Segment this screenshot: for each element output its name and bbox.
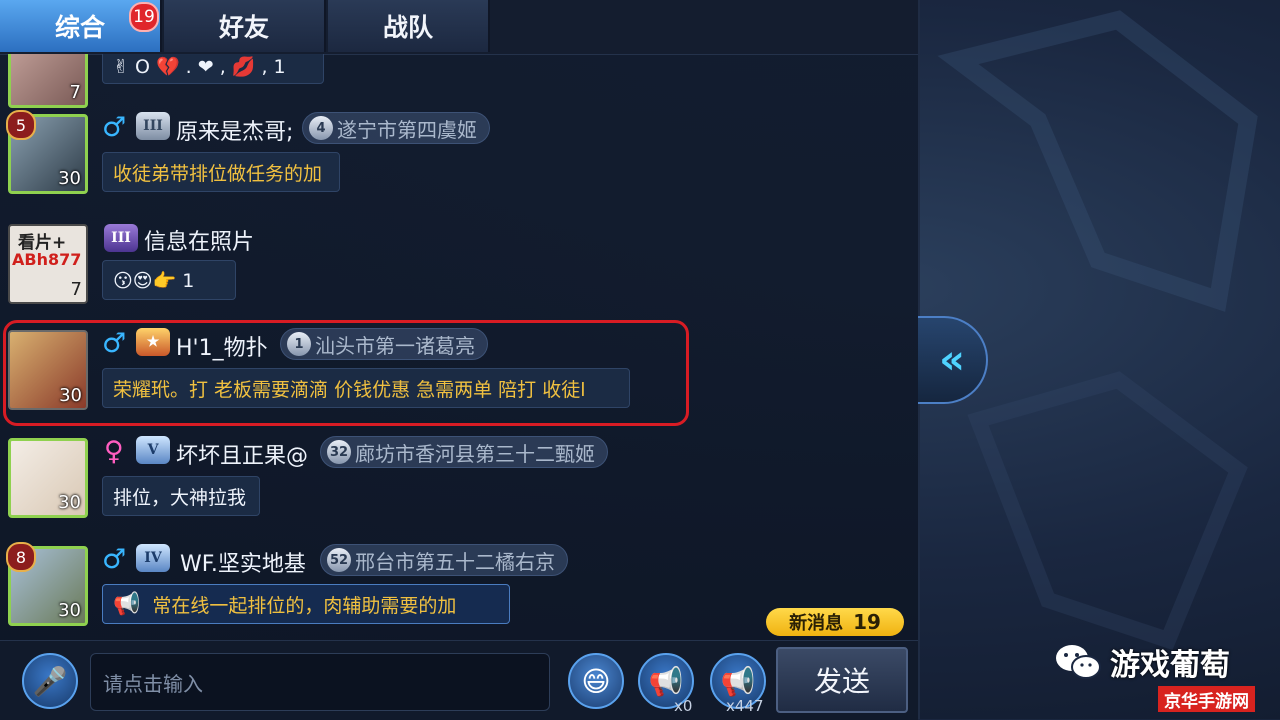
unread-badge: 19	[129, 2, 159, 32]
watermark-subtitle: 京华手游网	[1158, 686, 1255, 712]
tab-team[interactable]: 战队	[328, 0, 490, 52]
message-list[interactable]: 7 ✌ O 💔 . ❤ , 💋 , 1 30 5 ♂ III 原来是杰哥; 4 …	[0, 54, 918, 640]
emoji-button[interactable]: 😄	[568, 653, 624, 709]
title-medal-icon: 1	[287, 332, 311, 356]
large-horn-icon: 📢	[720, 664, 756, 698]
vip-badge: 5	[6, 110, 36, 140]
message-bubble: 😗😍👉 1	[102, 260, 236, 300]
input-placeholder: 请点击输入	[103, 671, 203, 696]
rank-icon: III	[104, 224, 138, 252]
username[interactable]: 坏坏且正果@	[176, 438, 308, 470]
tab-general[interactable]: 综合 19	[0, 0, 162, 52]
hero-title: 廊坊市香河县第三十二甄姬	[355, 441, 595, 466]
male-icon: ♂	[102, 544, 127, 575]
avatar-level: 30	[58, 600, 81, 621]
avatar[interactable]: 30	[8, 438, 88, 518]
male-icon: ♂	[102, 328, 127, 359]
avatar-level: 30	[58, 492, 81, 513]
chevron-left-icon: «	[939, 337, 965, 383]
new-messages-button[interactable]: 新消息 19	[766, 608, 904, 636]
large-horn-count: x447	[726, 697, 764, 715]
title-medal-icon: 4	[309, 116, 333, 140]
avatar[interactable]: 30	[8, 330, 88, 410]
wechat-logo-icon	[1056, 645, 1101, 679]
message-bubble: 收徒弟带排位做任务的加	[102, 152, 340, 192]
new-messages-count: 19	[853, 610, 881, 634]
voice-button[interactable]: 🎤	[22, 653, 78, 709]
message-input[interactable]: 请点击输入	[90, 653, 550, 711]
send-label: 发送	[813, 665, 870, 698]
hero-title: 汕头市第一诸葛亮	[315, 333, 475, 358]
avatar-text: ABh877	[12, 250, 82, 269]
tab-label: 战队	[382, 13, 433, 42]
username[interactable]: 信息在照片	[144, 224, 254, 256]
rank-icon: III	[136, 112, 170, 140]
message-text: 常在线一起排位的，肉辅助需要的加	[152, 594, 457, 617]
female-icon: ♀	[104, 436, 124, 467]
tab-label: 综合	[54, 13, 105, 42]
input-bar: 🎤 请点击输入 😄 📢 x0 📢 x447 发送	[0, 640, 918, 720]
rank-icon: ★	[136, 328, 170, 356]
avatar[interactable]: 7	[8, 54, 88, 108]
send-button[interactable]: 发送	[776, 647, 908, 713]
hero-title-pill: 52 邢台市第五十二橘右京	[320, 544, 568, 576]
hero-title-pill: 1 汕头市第一诸葛亮	[280, 328, 488, 360]
vip-badge: 8	[6, 542, 36, 572]
tab-label: 好友	[218, 13, 269, 42]
microphone-icon: 🎤	[32, 664, 68, 698]
small-horn-count: x0	[674, 697, 693, 715]
tab-friends[interactable]: 好友	[164, 0, 326, 52]
horn-icon: 📢	[113, 591, 141, 617]
avatar[interactable]: 看片+ ABh877 7	[8, 224, 88, 304]
hero-title-pill: 4 遂宁市第四虞姬	[302, 112, 490, 144]
hero-title: 遂宁市第四虞姬	[337, 117, 477, 142]
title-medal-icon: 32	[327, 440, 351, 464]
message-bubble: ✌ O 💔 . ❤ , 💋 , 1	[102, 54, 324, 84]
new-messages-label: 新消息	[789, 613, 844, 634]
message-bubble: 荣耀玳。打 老板需要滴滴 价钱优惠 急需两单 陪打 收徒l	[102, 368, 630, 408]
horn-message-bubble: 📢 常在线一起排位的，肉辅助需要的加	[102, 584, 510, 624]
username[interactable]: H'1_物扑	[176, 330, 268, 362]
message-bubble: 排位，大神拉我	[102, 476, 260, 516]
watermark-title: 游戏葡萄	[1110, 648, 1230, 683]
avatar-level: 7	[70, 279, 82, 300]
rank-icon: IV	[136, 544, 170, 572]
hero-title-pill: 32 廊坊市香河县第三十二甄姬	[320, 436, 608, 468]
rank-icon: V	[136, 436, 170, 464]
avatar-level: 30	[59, 385, 82, 406]
watermark: 游戏葡萄 京华手游网	[1050, 640, 1280, 719]
chat-tabs: 综合 19 好友 战队	[0, 0, 918, 55]
male-icon: ♂	[102, 112, 127, 143]
small-horn-icon: 📢	[648, 664, 684, 698]
username[interactable]: 原来是杰哥;	[176, 114, 293, 146]
avatar-level: 7	[69, 82, 81, 103]
username[interactable]: WF.坚实地基	[180, 546, 306, 578]
chat-panel: 综合 19 好友 战队 7 ✌ O 💔 . ❤ , 💋 , 1 30 5 ♂ I…	[0, 0, 920, 720]
title-medal-icon: 52	[327, 548, 351, 572]
hero-title: 邢台市第五十二橘右京	[355, 549, 555, 574]
avatar-level: 30	[58, 168, 81, 189]
emoji-icon: 😄	[581, 664, 611, 698]
